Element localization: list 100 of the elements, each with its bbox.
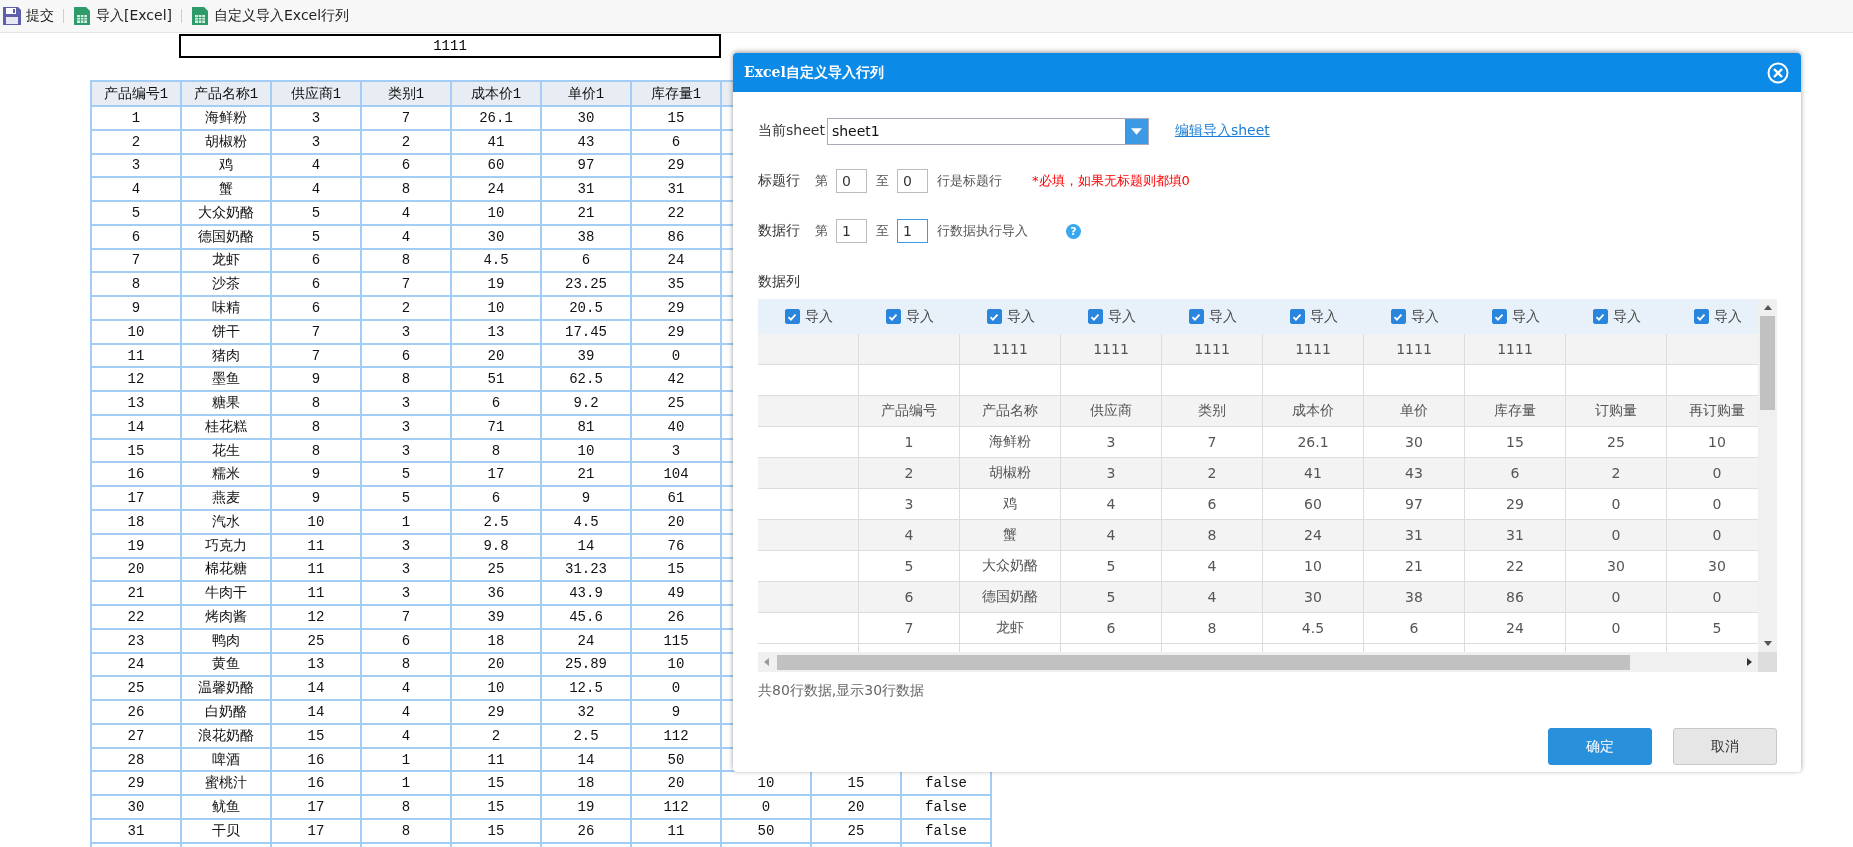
scroll-right-icon[interactable] [1747,658,1752,666]
table-cell: 6 [1106,620,1116,636]
table-cell: 39 [451,605,541,629]
table-cell: 3 [271,106,361,130]
checkbox[interactable] [1491,309,1507,324]
checkbox[interactable] [1693,309,1709,324]
table-cell: 43.9 [541,581,631,606]
checkbox-label: 导入 [905,307,934,326]
table-cell: 15 [91,438,181,463]
cancel-button[interactable]: 取消 [1673,728,1777,765]
scroll-thumb[interactable] [1760,316,1775,410]
toolbar-button[interactable]: 自定义导入Excel行列 [214,7,350,25]
input-field[interactable]: 1 [897,219,928,243]
table-cell: 10 [1304,558,1322,574]
scroll-up-icon[interactable] [1763,305,1772,310]
table-cell: 浪花奶酪 [181,723,271,748]
table-cell: 烤肉酱 [181,605,271,629]
edit-sheet-link[interactable]: 编辑导入sheet [1174,122,1270,140]
table-cell: 30 [1304,589,1322,605]
spreadsheet-icon[interactable] [190,6,210,26]
table-cell: 10 [1708,434,1726,450]
table-cell: 21 [1405,558,1423,574]
table-cell: 24 [541,628,631,653]
toolbar-button[interactable]: 提交 [26,7,54,25]
table-cell: 4 [1207,558,1217,574]
table-cell: 19 [91,533,181,558]
table-cell: 35 [631,272,721,297]
table-cell: 6 [271,272,361,297]
table-cell: 17.45 [541,319,631,344]
table-cell: 6 [361,628,451,653]
table-cell: 4 [271,177,361,202]
table-cell: 类别 [1198,402,1226,420]
table-cell: 7 [361,605,451,629]
table-cell: 25 [451,557,541,582]
table-cell: 27 [91,723,181,748]
table-cell: 26 [631,605,721,629]
table-cell: 6 [1409,620,1419,636]
dropdown-button[interactable] [1124,118,1148,144]
table-cell: 3 [91,153,181,178]
checkbox[interactable] [1592,309,1608,324]
save-icon[interactable] [2,6,22,26]
table-cell: 海鲜粉 [989,433,1031,451]
checkbox[interactable] [1188,309,1204,324]
table-cell: 胡椒粉 [989,464,1031,482]
close-icon[interactable] [1767,61,1789,84]
checkbox[interactable] [784,309,800,324]
spreadsheet-icon[interactable] [72,6,92,26]
checkbox[interactable] [1087,309,1103,324]
table-cell: 5 [904,558,914,574]
table-cell: 2 [1207,465,1217,481]
input-field[interactable]: 0 [836,169,867,193]
horizontal-scrollbar[interactable] [758,652,1758,672]
table-cell: 1 [361,771,451,796]
table-cell: 8 [1207,620,1217,636]
table-cell: 5 [91,201,181,225]
table-cell: 蟹 [1003,526,1017,544]
scroll-down-icon[interactable] [1763,641,1772,646]
input-field[interactable]: 1 [836,219,867,243]
toolbar-button[interactable]: 导入[Excel] [96,7,172,25]
table-cell: 115 [631,628,721,653]
table-cell: 6 [451,486,541,510]
table-cell: 26.1 [1297,434,1329,450]
table-cell: 20 [451,343,541,368]
checkbox[interactable] [1289,309,1305,324]
sheet-select[interactable]: sheet1 [826,117,1149,145]
vertical-scrollbar[interactable] [1758,299,1777,652]
checkbox[interactable] [1390,309,1406,324]
table-cell: 4 [1106,496,1116,512]
table-cell: 97 [541,153,631,178]
table-cell: false [901,795,991,819]
table-cell: 51 [451,367,541,392]
table-cell: 49 [631,581,721,606]
table-cell: 9.2 [541,391,631,415]
scroll-left-icon[interactable] [764,658,769,666]
scroll-thumb[interactable] [777,654,1630,670]
table-cell: 5 [271,224,361,249]
table-cell: 4 [904,527,914,543]
table-cell: 24 [1304,527,1322,543]
table-cell: 糯米 [181,462,271,487]
checkbox[interactable] [885,309,901,324]
column-header: 供应商1 [271,81,361,106]
table-cell: 4 [91,177,181,202]
input-field[interactable]: 0 [897,169,928,193]
checkbox-label: 导入 [1511,307,1540,326]
table-cell: 9 [271,462,361,487]
table-cell: 蜜桃汁 [181,771,271,796]
table-cell: 7 [271,319,361,344]
checkbox[interactable] [986,309,1002,324]
table-cell: 3 [361,391,451,415]
section-label: 数据列 [758,273,801,291]
table-cell: 24 [1506,620,1524,636]
column-header: 成本价1 [451,81,541,106]
checkbox-label: 导入 [804,307,833,326]
table-cell: 德国奶酪 [181,224,271,249]
column-header: 产品编号1 [91,81,181,106]
table-cell: 蟹 [181,177,271,202]
table-cell: 14 [541,747,631,772]
table-cell: 12.5 [541,676,631,701]
table-cell: 31.23 [541,557,631,582]
table-cell: 25 [811,818,901,843]
